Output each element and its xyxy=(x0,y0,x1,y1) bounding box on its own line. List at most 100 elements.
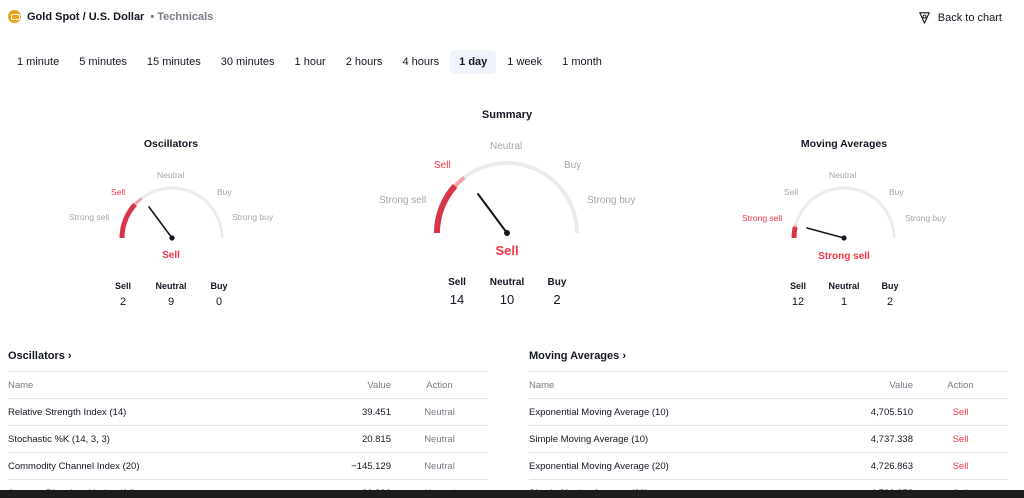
table-row: Stochastic %K (14, 3, 3) 20.815 Neutral xyxy=(8,425,488,453)
gauge-label-strong-buy: Strong buy xyxy=(587,195,636,206)
indicator-action: Sell xyxy=(913,452,1008,480)
page-subtitle: • Technicals xyxy=(150,10,214,23)
tab-1-minute[interactable]: 1 minute xyxy=(8,50,68,74)
buy-count-value: 2 xyxy=(553,292,561,307)
buy-count-value: 2 xyxy=(886,296,894,308)
indicator-action: Sell xyxy=(913,425,1008,453)
gauge-label-sell: Sell xyxy=(784,187,799,197)
gauge-label-buy: Buy xyxy=(217,187,232,197)
indicator-value: 4,726.863 xyxy=(809,452,913,480)
sell-count-label: Sell xyxy=(114,281,131,291)
indicator-value: 20.815 xyxy=(288,425,391,453)
oscillators-section-link[interactable]: Oscillators › xyxy=(8,350,72,362)
buy-count-value: 0 xyxy=(215,296,223,308)
summary-gauge: Summary Strong sell Sell Neutral Buy Str… xyxy=(357,105,657,315)
tab-15-minutes[interactable]: 15 minutes xyxy=(138,50,210,74)
buy-count: Buy 2 xyxy=(867,281,913,308)
gold-symbol-icon xyxy=(8,10,21,23)
back-to-chart-label: Back to chart xyxy=(937,11,1002,24)
neutral-count-label: Neutral xyxy=(489,277,525,288)
page-header: Gold Spot / U.S. Dollar • Technicals xyxy=(8,10,213,23)
indicator-value: 4,737.338 xyxy=(809,425,913,453)
gauge-label-buy: Buy xyxy=(564,160,582,171)
sell-count-label: Sell xyxy=(448,277,466,288)
os-taskbar xyxy=(0,490,1024,498)
indicator-name: Exponential Moving Average (20) xyxy=(529,452,809,480)
indicator-action: Sell xyxy=(913,398,1008,426)
tab-1-day[interactable]: 1 day xyxy=(450,50,497,74)
moving-averages-table: Name Value Action Exponential Moving Ave… xyxy=(529,371,1008,498)
tab-1-hour[interactable]: 1 hour xyxy=(286,50,335,74)
gauge-label-strong-buy: Strong buy xyxy=(232,212,274,222)
table-row: Exponential Moving Average (20) 4,726.86… xyxy=(529,452,1008,480)
indicator-value: 39.451 xyxy=(288,398,391,426)
column-value: Value xyxy=(288,371,391,399)
oscillators-gauge-dial xyxy=(119,186,224,241)
table-row: Exponential Moving Average (10) 4,705.51… xyxy=(529,398,1008,426)
sell-count: Sell 12 xyxy=(775,281,821,308)
neutral-count-label: Neutral xyxy=(155,281,187,291)
timeframe-tabs: 1 minute 5 minutes 15 minutes 30 minutes… xyxy=(8,50,611,74)
buy-count: Buy 0 xyxy=(195,281,243,308)
tab-30-minutes[interactable]: 30 minutes xyxy=(212,50,284,74)
gauge-label-strong-buy: Strong buy xyxy=(905,213,947,223)
neutral-count-value: 10 xyxy=(499,292,515,307)
sell-count-label: Sell xyxy=(789,281,806,291)
neutral-count: Neutral 1 xyxy=(821,281,867,308)
buy-count-label: Buy xyxy=(210,281,228,291)
gauge-result: Sell xyxy=(162,250,180,261)
column-value: Value xyxy=(809,371,913,399)
indicator-name: Stochastic %K (14, 3, 3) xyxy=(8,425,288,453)
indicator-name: Exponential Moving Average (10) xyxy=(529,398,809,426)
indicator-name: Simple Moving Average (10) xyxy=(529,425,809,453)
gauge-label-buy: Buy xyxy=(889,187,904,197)
tab-2-hours[interactable]: 2 hours xyxy=(337,50,392,74)
gauge-label-neutral: Neutral xyxy=(829,170,857,180)
indicator-action: Neutral xyxy=(391,398,488,426)
table-row: Simple Moving Average (10) 4,737.338 Sel… xyxy=(529,425,1008,453)
buy-count: Buy 2 xyxy=(532,277,582,307)
indicator-action: Neutral xyxy=(391,425,488,453)
sell-count: Sell 14 xyxy=(432,277,482,307)
back-to-chart-button[interactable]: Back to chart xyxy=(917,10,1002,25)
oscillators-table: Name Value Action Relative Strength Inde… xyxy=(8,371,488,498)
gauge-label-sell: Sell xyxy=(434,160,451,171)
moving-averages-gauge: Moving Averages Strong sell Sell Neutral… xyxy=(733,135,955,315)
summary-gauge-dial xyxy=(433,161,579,236)
neutral-count: Neutral 9 xyxy=(147,281,195,308)
gauge-counts: Sell 12 Neutral 1 Buy 2 xyxy=(733,281,955,308)
neutral-count: Neutral 10 xyxy=(482,277,532,307)
gauge-label-neutral: Neutral xyxy=(157,170,185,180)
tab-4-hours[interactable]: 4 hours xyxy=(393,50,448,74)
indicator-action: Neutral xyxy=(391,452,488,480)
indicator-name: Commodity Channel Index (20) xyxy=(8,452,288,480)
moving-averages-section-link[interactable]: Moving Averages › xyxy=(529,350,626,362)
buy-count-label: Buy xyxy=(881,281,899,291)
column-action: Action xyxy=(391,371,488,399)
gauge-result: Strong sell xyxy=(818,251,870,262)
tab-1-week[interactable]: 1 week xyxy=(498,50,551,74)
column-name: Name xyxy=(8,371,288,399)
oscillators-gauge: Oscillators Strong sell Sell Neutral Buy… xyxy=(60,135,282,315)
gauge-result: Sell xyxy=(495,243,519,258)
neutral-count-value: 9 xyxy=(167,296,175,308)
chart-icon xyxy=(919,12,930,24)
table-row: Commodity Channel Index (20) −145.129 Ne… xyxy=(8,452,488,480)
tab-5-minutes[interactable]: 5 minutes xyxy=(70,50,136,74)
indicator-value: −145.129 xyxy=(288,452,391,480)
sell-count-value: 12 xyxy=(791,296,805,308)
sell-count-value: 2 xyxy=(119,296,127,308)
indicator-name: Relative Strength Index (14) xyxy=(8,398,288,426)
column-name: Name xyxy=(529,371,809,399)
gauge-counts: Sell 14 Neutral 10 Buy 2 xyxy=(357,277,657,307)
neutral-count-value: 1 xyxy=(840,296,848,308)
gauge-label-sell: Sell xyxy=(111,187,126,197)
table-row: Relative Strength Index (14) 39.451 Neut… xyxy=(8,398,488,426)
sell-count-value: 14 xyxy=(449,292,465,307)
tab-1-month[interactable]: 1 month xyxy=(553,50,611,74)
table-header-row: Name Value Action xyxy=(8,371,488,399)
column-action: Action xyxy=(913,371,1008,399)
gauge-label-strong-sell: Strong sell xyxy=(379,195,427,206)
sell-count: Sell 2 xyxy=(99,281,147,308)
gauge-label-strong-sell: Strong sell xyxy=(69,212,110,222)
